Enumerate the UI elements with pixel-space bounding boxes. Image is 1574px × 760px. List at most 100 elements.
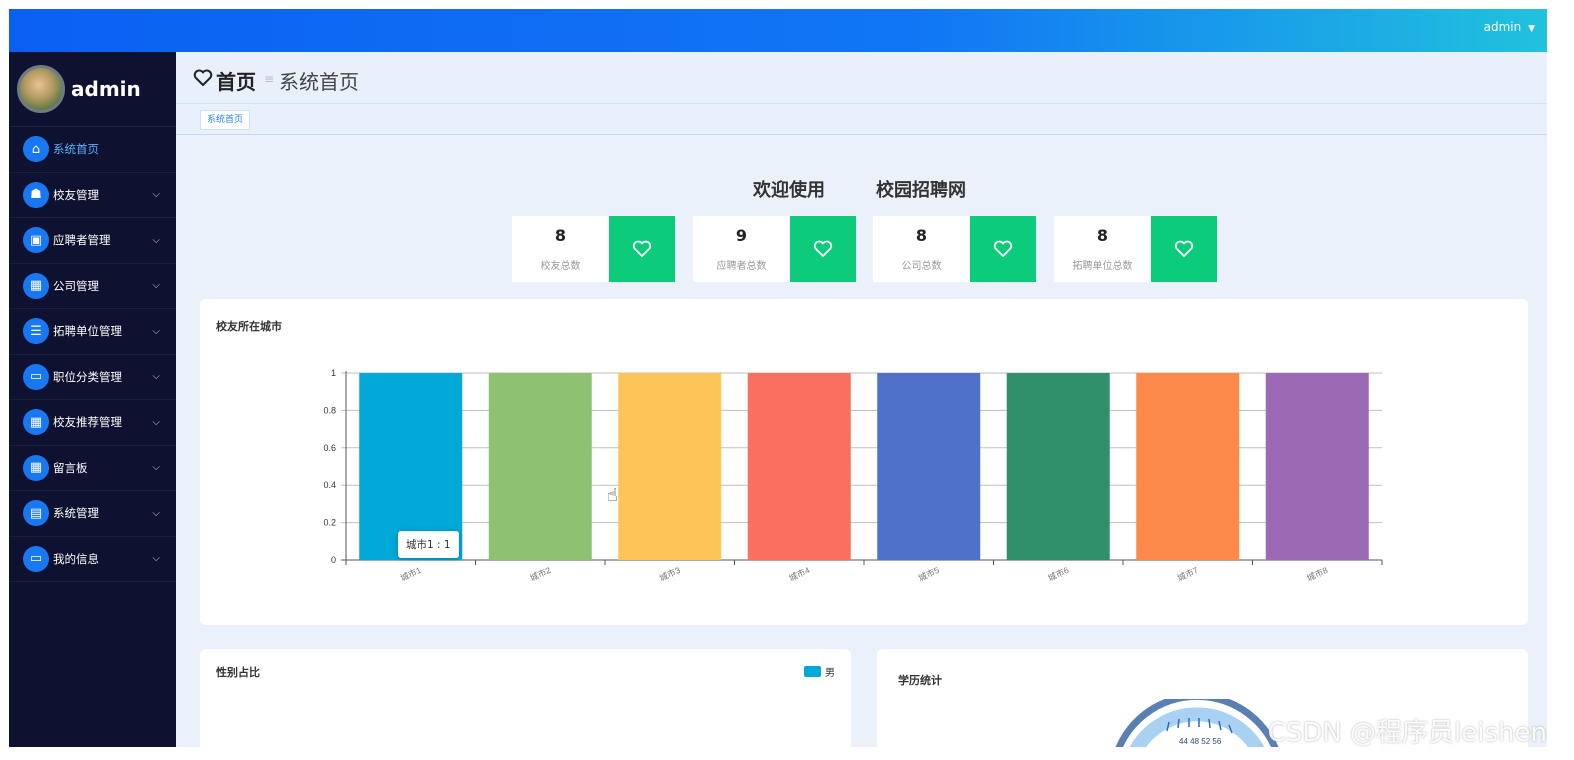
sidebar-item-label: 职位分类管理 <box>53 369 122 384</box>
sidebar-menu: ⌂ 系统首页 ☗ 校友管理 ⌵ ▣ 应聘者管理 ⌵ ▦ 公司管理 ⌵ ☰ 拓聘单位管理 ⌵ ▭ 职位分类管理 ⌵… <box>9 127 176 582</box>
alumni-icon: ☗ <box>23 181 49 208</box>
sidebar-item[interactable]: ▦ 校友推荐管理 ⌵ <box>9 400 176 446</box>
chevron-down-icon: ⌵ <box>152 507 160 519</box>
chevron-down-icon: ⌵ <box>152 553 160 565</box>
stat-value: 8 <box>915 226 928 245</box>
stat-value: 8 <box>1096 226 1109 245</box>
grid-icon: ▦ <box>23 409 49 436</box>
x-tick-label: 城市7 <box>1176 565 1200 583</box>
sidebar-item[interactable]: ▣ 应聘者管理 ⌵ <box>9 218 176 264</box>
y-tick-label: 0.4 <box>323 480 336 490</box>
bar-城市3 <box>618 373 722 560</box>
stat-card-alumni: 8 校友总数 <box>512 216 675 282</box>
x-tick-label: 城市6 <box>1046 565 1070 583</box>
stat-icon-box[interactable] <box>790 216 856 282</box>
chevron-down-icon: ▼ <box>1528 24 1535 34</box>
brand-name: admin <box>71 77 141 101</box>
sidebar-item-label: 拓聘单位管理 <box>53 324 122 339</box>
stat-label: 公司总数 <box>901 261 942 272</box>
stat-card-applicants: 9 应聘者总数 <box>693 216 856 282</box>
chevron-down-icon: ⌵ <box>152 280 160 292</box>
gender-chart-card: 性别占比 <box>200 649 851 747</box>
briefcase-icon: ▣ <box>23 227 49 254</box>
bar-城市7 <box>1136 373 1240 560</box>
page-title: 首页 <box>216 70 256 94</box>
y-tick-label: 0.6 <box>323 443 336 453</box>
clipboard-icon: ▤ <box>23 500 49 527</box>
welcome-text: 欢迎使用 <box>753 180 825 201</box>
chevron-down-icon: ⌵ <box>152 189 160 201</box>
gender-chart-title: 性别占比 <box>216 666 260 679</box>
y-tick-label: 0 <box>331 555 336 565</box>
city-chart-card: 校友所在城市 0 0.2 0.4 0.6 0.8 1 城市1 城市2 城市3 城市4 城市5 城市6 城… <box>200 299 1528 625</box>
hand-cursor-icon: ☝ <box>607 485 618 506</box>
sidebar-item-label: 校友管理 <box>53 187 99 202</box>
heart-icon <box>993 240 1013 257</box>
card-icon: ▭ <box>23 545 49 572</box>
sidebar-item-label: 我的信息 <box>53 551 99 566</box>
user-menu[interactable]: admin ▼ <box>1484 20 1535 34</box>
bar-城市4 <box>747 373 851 560</box>
chevron-down-icon: ⌵ <box>152 371 160 383</box>
user-name: admin <box>1483 20 1522 34</box>
grid-icon: ▦ <box>23 272 49 299</box>
heart-icon <box>632 240 652 257</box>
sidebar-item-label: 留言板 <box>53 460 88 475</box>
sidebar-item-label: 公司管理 <box>53 278 99 293</box>
legend-swatch-male[interactable] <box>804 666 821 677</box>
sidebar-item[interactable]: ▦ 公司管理 ⌵ <box>9 264 176 309</box>
sidebar-item[interactable]: ▤ 系统管理 ⌵ <box>9 491 176 537</box>
watermark: CSDN @程序员leishen <box>1267 718 1547 747</box>
sidebar-item[interactable]: ☗ 校友管理 ⌵ <box>9 173 176 218</box>
bar-城市5 <box>877 373 981 560</box>
y-tick-label: 0.2 <box>323 518 336 528</box>
chevron-down-icon: ⌵ <box>152 325 160 337</box>
sidebar-item-label: 系统管理 <box>53 506 99 521</box>
y-tick-label: 1 <box>331 368 336 378</box>
bar-城市6 <box>1006 373 1110 560</box>
city-bar-chart: 0 0.2 0.4 0.6 0.8 1 城市1 城市2 城市3 城市4 城市5 城市6 城市7 城市8 <box>323 368 1383 583</box>
title-separator: ≡ <box>264 72 275 86</box>
sidebar-item-label: 系统首页 <box>53 142 99 157</box>
x-tick-label: 城市1 <box>399 565 423 583</box>
sidebar-item[interactable]: ▦ 留言板 ⌵ <box>9 446 176 491</box>
legend-label-male[interactable]: 男 <box>825 664 835 679</box>
chart-tooltip: 城市1 : 1 <box>398 531 459 558</box>
heart-icon <box>813 240 833 257</box>
x-tick-label: 城市2 <box>528 565 552 583</box>
avatar <box>17 65 65 113</box>
tab-home[interactable]: 系统首页 <box>200 110 251 130</box>
app-window: admin ▼ admin ⌂ 系统首页 ☗ 校友管理 ⌵ ▣ 应聘者管理 ⌵ ▦ 公司管理 ⌵ ☰ 拓… <box>9 9 1547 747</box>
heart-icon <box>193 69 213 86</box>
sidebar-item-label: 应聘者管理 <box>53 233 111 248</box>
x-tick-label: 城市3 <box>658 565 682 583</box>
page-header: 首页 ≡ 系统首页 <box>176 52 1547 104</box>
home-icon: ⌂ <box>23 136 49 163</box>
site-name: 校园招聘网 <box>876 180 966 201</box>
stat-label: 应聘者总数 <box>716 261 767 272</box>
ticket-icon: ▭ <box>23 363 49 390</box>
sidebar-item[interactable]: ☰ 拓聘单位管理 ⌵ <box>9 309 176 355</box>
education-gauge: 44 48 52 56 <box>1115 699 1279 747</box>
page-subtitle: 系统首页 <box>279 70 359 94</box>
grid-icon: ▦ <box>23 454 49 481</box>
bar-城市8 <box>1265 373 1369 560</box>
stat-icon-box[interactable] <box>609 216 675 282</box>
sidebar-item[interactable]: ▭ 职位分类管理 ⌵ <box>9 355 176 400</box>
chevron-down-icon: ⌵ <box>152 234 160 246</box>
sidebar-item-label: 校友推荐管理 <box>53 415 122 430</box>
sidebar-brand: admin <box>9 52 176 127</box>
stat-value: 9 <box>735 226 748 245</box>
heart-icon <box>1174 240 1194 257</box>
top-bar: admin ▼ <box>9 9 1547 52</box>
stat-icon-box[interactable] <box>1151 216 1217 282</box>
bar-城市2 <box>488 373 592 560</box>
gauge-tick-labels: 44 48 52 56 <box>1179 737 1222 746</box>
stat-icon-box[interactable] <box>970 216 1036 282</box>
stat-label: 校友总数 <box>540 261 581 272</box>
y-tick-label: 0.8 <box>323 405 336 415</box>
sidebar-item[interactable]: ⌂ 系统首页 <box>9 127 176 173</box>
sidebar-item[interactable]: ▭ 我的信息 ⌵ <box>9 537 176 582</box>
tag-bar: 系统首页 <box>176 104 1547 135</box>
sidebar: admin ⌂ 系统首页 ☗ 校友管理 ⌵ ▣ 应聘者管理 ⌵ ▦ 公司管理 ⌵ ☰ 拓聘单位管理 ⌵ ▭ 职… <box>9 52 176 747</box>
